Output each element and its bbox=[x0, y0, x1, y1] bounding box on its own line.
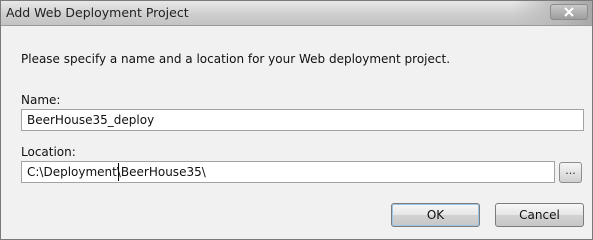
name-label: Name: bbox=[21, 93, 61, 107]
browse-button[interactable]: ... bbox=[559, 162, 582, 183]
text-caret bbox=[118, 163, 119, 181]
dialog-body: Please specify a name and a location for… bbox=[7, 29, 587, 234]
location-label: Location: bbox=[21, 145, 76, 159]
ok-button[interactable]: OK bbox=[391, 203, 480, 227]
close-button[interactable] bbox=[550, 4, 588, 20]
add-web-deployment-dialog: Add Web Deployment Project Please specif… bbox=[0, 0, 593, 240]
window-title: Add Web Deployment Project bbox=[6, 5, 189, 20]
cancel-button[interactable]: Cancel bbox=[495, 203, 584, 227]
close-icon bbox=[564, 7, 574, 17]
location-value: C:\Deployment\BeerHouse35\ bbox=[27, 165, 206, 179]
instruction-text: Please specify a name and a location for… bbox=[21, 52, 451, 66]
name-field[interactable]: BeerHouse35_deploy bbox=[21, 109, 584, 131]
title-bar[interactable]: Add Web Deployment Project bbox=[1, 1, 592, 26]
location-field[interactable]: C:\Deployment\BeerHouse35\ bbox=[21, 161, 555, 183]
